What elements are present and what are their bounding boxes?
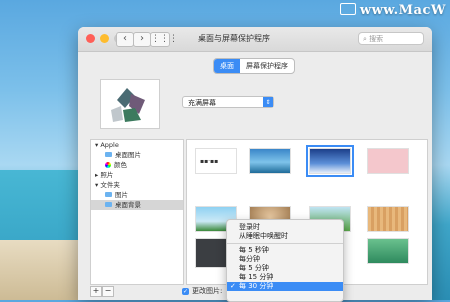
forward-button[interactable]: › [133,32,151,47]
wallpaper-thumb[interactable] [367,206,409,232]
preview-image [101,80,159,128]
show-all-icon[interactable]: ⋮⋮⋮ [150,32,178,47]
menu-item-5-minutes[interactable]: 每 5 分钟 [227,264,343,273]
desktop-preview [100,79,160,129]
source-sidebar: ▾ Apple 桌面图片 颜色 ▸ 照片 ▾ 文件夹 图片 桌面背景 [90,139,184,285]
sidebar-item-desktop-pictures[interactable]: 桌面图片 [91,150,183,160]
color-icon [105,162,111,168]
folder-icon [105,202,112,207]
desktop-sand [0,240,80,300]
tab-desktop[interactable]: 桌面 [214,59,240,73]
menu-item-1-minute[interactable]: 每分钟 [227,255,343,264]
tab-screensaver[interactable]: 屏幕保护程序 [240,59,294,73]
tab-bar: 桌面 屏幕保护程序 [213,58,295,74]
folder-icon [105,192,112,197]
window-title: 桌面与屏幕保护程序 [198,34,270,43]
svg-text:▪▪·▪▪: ▪▪·▪▪ [200,158,218,165]
close-button[interactable] [86,34,95,43]
minimize-button[interactable] [100,34,109,43]
checkmark-icon: ✓ [230,282,236,290]
remove-folder-button[interactable]: − [102,286,114,297]
wallpaper-thumb[interactable] [367,238,409,264]
wallpaper-thumb[interactable]: ▪▪·▪▪ [195,148,237,174]
back-button[interactable]: ‹ [116,32,134,47]
sidebar-item-colors[interactable]: 颜色 [91,160,183,170]
checkbox-checked-icon[interactable]: ✓ [182,287,189,295]
wallpaper-thumb[interactable] [249,148,291,174]
change-picture-toggle[interactable]: ✓ 更改图片: [182,286,222,296]
fill-mode-select[interactable]: 充满屏幕 ⇕ [182,96,274,108]
titlebar: ‹ › ⋮⋮⋮ 桌面与屏幕保护程序 ⌕ 搜索 [78,27,432,52]
thumb-image: ▪▪·▪▪ [200,158,218,165]
monitor-icon [339,3,356,15]
sidebar-item-apple[interactable]: ▾ Apple [91,140,183,150]
menu-item-30-minutes[interactable]: ✓ 每 30 分钟 [227,282,343,291]
add-remove-controls: + − [90,286,114,297]
wallpaper-thumb-selected[interactable] [306,145,354,177]
interval-menu: 登录时 从睡眠中唤醒时 每 5 秒钟 每分钟 每 5 分钟 每 15 分钟 ✓ 每… [226,219,344,302]
sidebar-item-photos[interactable]: ▸ 照片 [91,170,183,180]
menu-item-15-minutes[interactable]: 每 15 分钟 [227,273,343,282]
sidebar-item-pictures[interactable]: 图片 [91,190,183,200]
menu-separator [227,243,343,244]
menu-item-on-wake[interactable]: 从睡眠中唤醒时 [227,232,343,241]
wallpaper-thumb[interactable] [367,148,409,174]
sidebar-item-folders[interactable]: ▾ 文件夹 [91,180,183,190]
add-folder-button[interactable]: + [90,286,102,297]
chevron-updown-icon: ⇕ [263,97,273,107]
search-input[interactable]: ⌕ 搜索 [358,32,424,45]
sidebar-item-desktop-backgrounds[interactable]: 桌面背景 [91,200,183,210]
menu-item-5-seconds[interactable]: 每 5 秒钟 [227,246,343,255]
folder-icon [105,152,112,157]
menu-item-at-login[interactable]: 登录时 [227,223,343,232]
watermark: www.MacW [339,3,446,18]
